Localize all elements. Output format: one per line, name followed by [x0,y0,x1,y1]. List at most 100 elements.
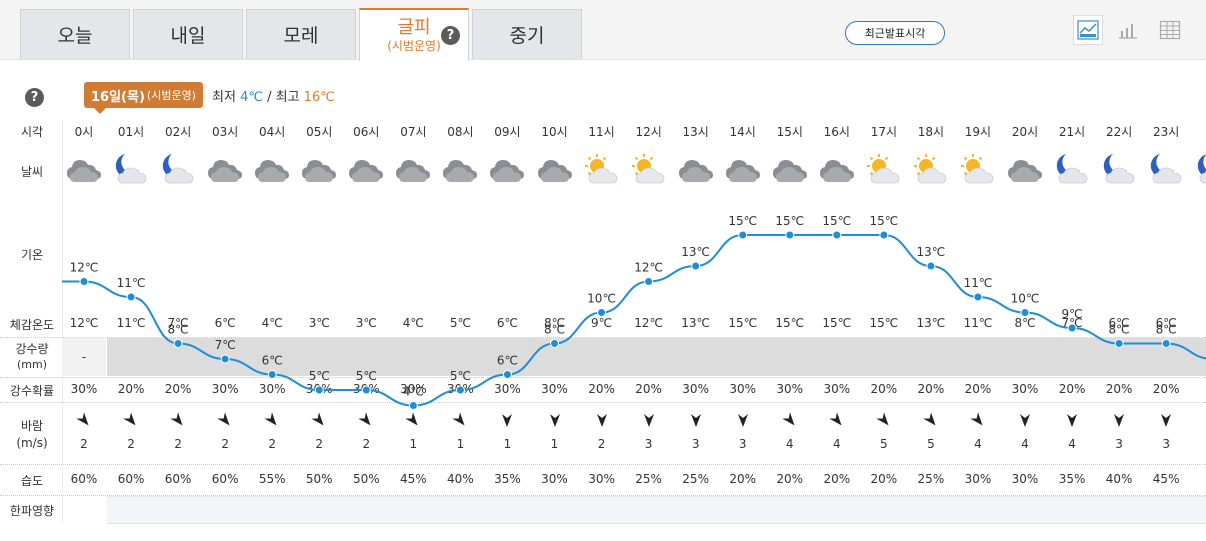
wind-direction-arrow-icon [437,412,484,431]
row-label-rain: 강수량 [15,342,49,356]
feels-like-value: 7℃ [1061,316,1083,330]
feels-like-value: 6℃ [1155,316,1177,330]
feels-like-value: 15℃ [822,316,852,330]
rain-probability-value: 20% [917,382,945,396]
wind-speed-value: 3 [1115,437,1123,451]
night-cloudy-icon [1052,152,1092,189]
wind-direction-arrow-icon [202,412,249,431]
row-label-rain-unit: (mm) [16,358,47,371]
humidity-value: 55% [258,472,286,486]
rain-probability-value: 20% [964,382,992,396]
rain-probability-value: 30% [823,382,851,396]
wind-direction-arrow-icon [108,412,155,431]
temperature-label: 10℃ [587,292,616,306]
row-label-humidity: 습도 [20,474,44,488]
rain-probability-value: 30% [211,382,239,396]
row-label-wind-unit: (m/s) [16,436,48,450]
date-note: (시범운영) [146,89,196,102]
line-chart-icon[interactable] [1073,15,1103,45]
cloudy-icon [817,152,857,189]
rain-probability-value: 30% [305,382,333,396]
feels-like-value: 6℃ [1108,316,1130,330]
feels-like-value: 12℃ [69,316,99,330]
min-temp: 4℃ [240,90,263,105]
wind-speed-value: 3 [1162,437,1170,451]
hour-label: 21시 [1058,125,1086,139]
help-icon[interactable]: ? [25,88,44,107]
humidity-value: 25% [635,472,662,486]
wind-direction-arrow-icon [672,412,719,431]
feels-like-value: 12℃ [634,316,663,330]
humidity-value: 5 [1190,472,1206,486]
help-icon[interactable]: ? [441,26,460,45]
max-label: 최고 [275,90,300,105]
wind-direction-arrow-icon [390,412,437,431]
wind-direction-arrow-icon [578,412,625,431]
rain-probability-value: 20% [635,382,662,396]
recent-release-button[interactable]: 최근발표시각 [845,21,945,45]
tab-three-days-later[interactable]: 글피 (시범운영) ? [359,8,469,61]
humidity-value: 45% [1152,472,1180,486]
humidity-value: 20% [870,472,898,486]
cloudy-icon [487,152,527,189]
wind-direction-arrow-icon [296,412,343,431]
rain-probability-value: 30% [776,382,804,396]
rain-probability-value: 30% [352,382,380,396]
wind-speed-value: 1 [409,437,418,451]
feels-like-value: 7℃ [167,316,189,330]
wind-direction-arrow-icon [860,412,907,431]
cloudy-icon [299,152,339,189]
hour-label: 17시 [870,125,897,139]
cloudy-icon [770,152,810,189]
table-icon[interactable] [1155,15,1185,45]
temperature-label: 11℃ [117,276,146,290]
hour-label: 12시 [635,125,662,139]
row-label-cold-wave: 한파영향 [9,504,55,518]
date-badge: 16일(목) (시범운영) [84,82,203,114]
wind-speed-value: 2 [174,437,182,451]
wind-direction-arrow-icon [954,412,1001,431]
wind-direction-arrow-icon [1143,412,1190,431]
night-cloudy-icon [1099,152,1139,189]
tab-label: 글피 [397,16,431,38]
tab-mid-term[interactable]: 중기 [472,9,582,59]
temperature-label: 13℃ [917,245,946,259]
night-cloudy-icon [158,152,198,189]
cloudy-icon [393,152,433,189]
wind-direction-arrow-icon [1002,412,1049,431]
wind-speed-value: 3 [738,437,747,451]
feels-like-value: 6℃ [214,316,236,330]
feels-like-value: 5 [1190,316,1206,330]
night-cloudy-icon [1193,152,1206,189]
humidity-value: 30% [1011,472,1039,486]
humidity-value: 30% [588,472,615,486]
hour-label: 10시 [541,125,568,139]
humidity-value: 20% [729,472,757,486]
wind-direction-arrow-icon [719,412,766,431]
partly-sunny-icon [958,152,998,189]
hour-label: 14시 [729,125,756,139]
tab-tomorrow[interactable]: 내일 [133,9,243,59]
tab-day-after-tomorrow[interactable]: 모레 [246,9,356,59]
feels-like-value: 13℃ [916,316,946,330]
cloudy-icon [1005,152,1045,189]
feels-like-value: 8℃ [1014,316,1036,330]
humidity-value: 40% [447,472,474,486]
rain-amount-value: - [62,338,106,376]
tab-today[interactable]: 오늘 [20,9,130,59]
bar-chart-icon[interactable] [1113,15,1143,45]
rain-probability-value: 30% [682,382,709,396]
max-temp: 16℃ [303,90,335,105]
row-label-weather: 날씨 [20,165,44,179]
temperature-label: 12℃ [70,261,99,275]
humidity-value: 25% [917,472,945,486]
rain-probability-value: 20% [870,382,898,396]
rain-probability-value: 30% [541,382,568,396]
humidity-value: 60% [211,472,239,486]
cloudy-icon [440,152,480,189]
rain-probability-value: 2 [1190,382,1206,396]
row-separator [0,464,1206,465]
hour-label: 09시 [494,125,521,139]
rain-probability-value: 30% [1011,382,1039,396]
wind-direction-arrow-icon [61,412,108,431]
